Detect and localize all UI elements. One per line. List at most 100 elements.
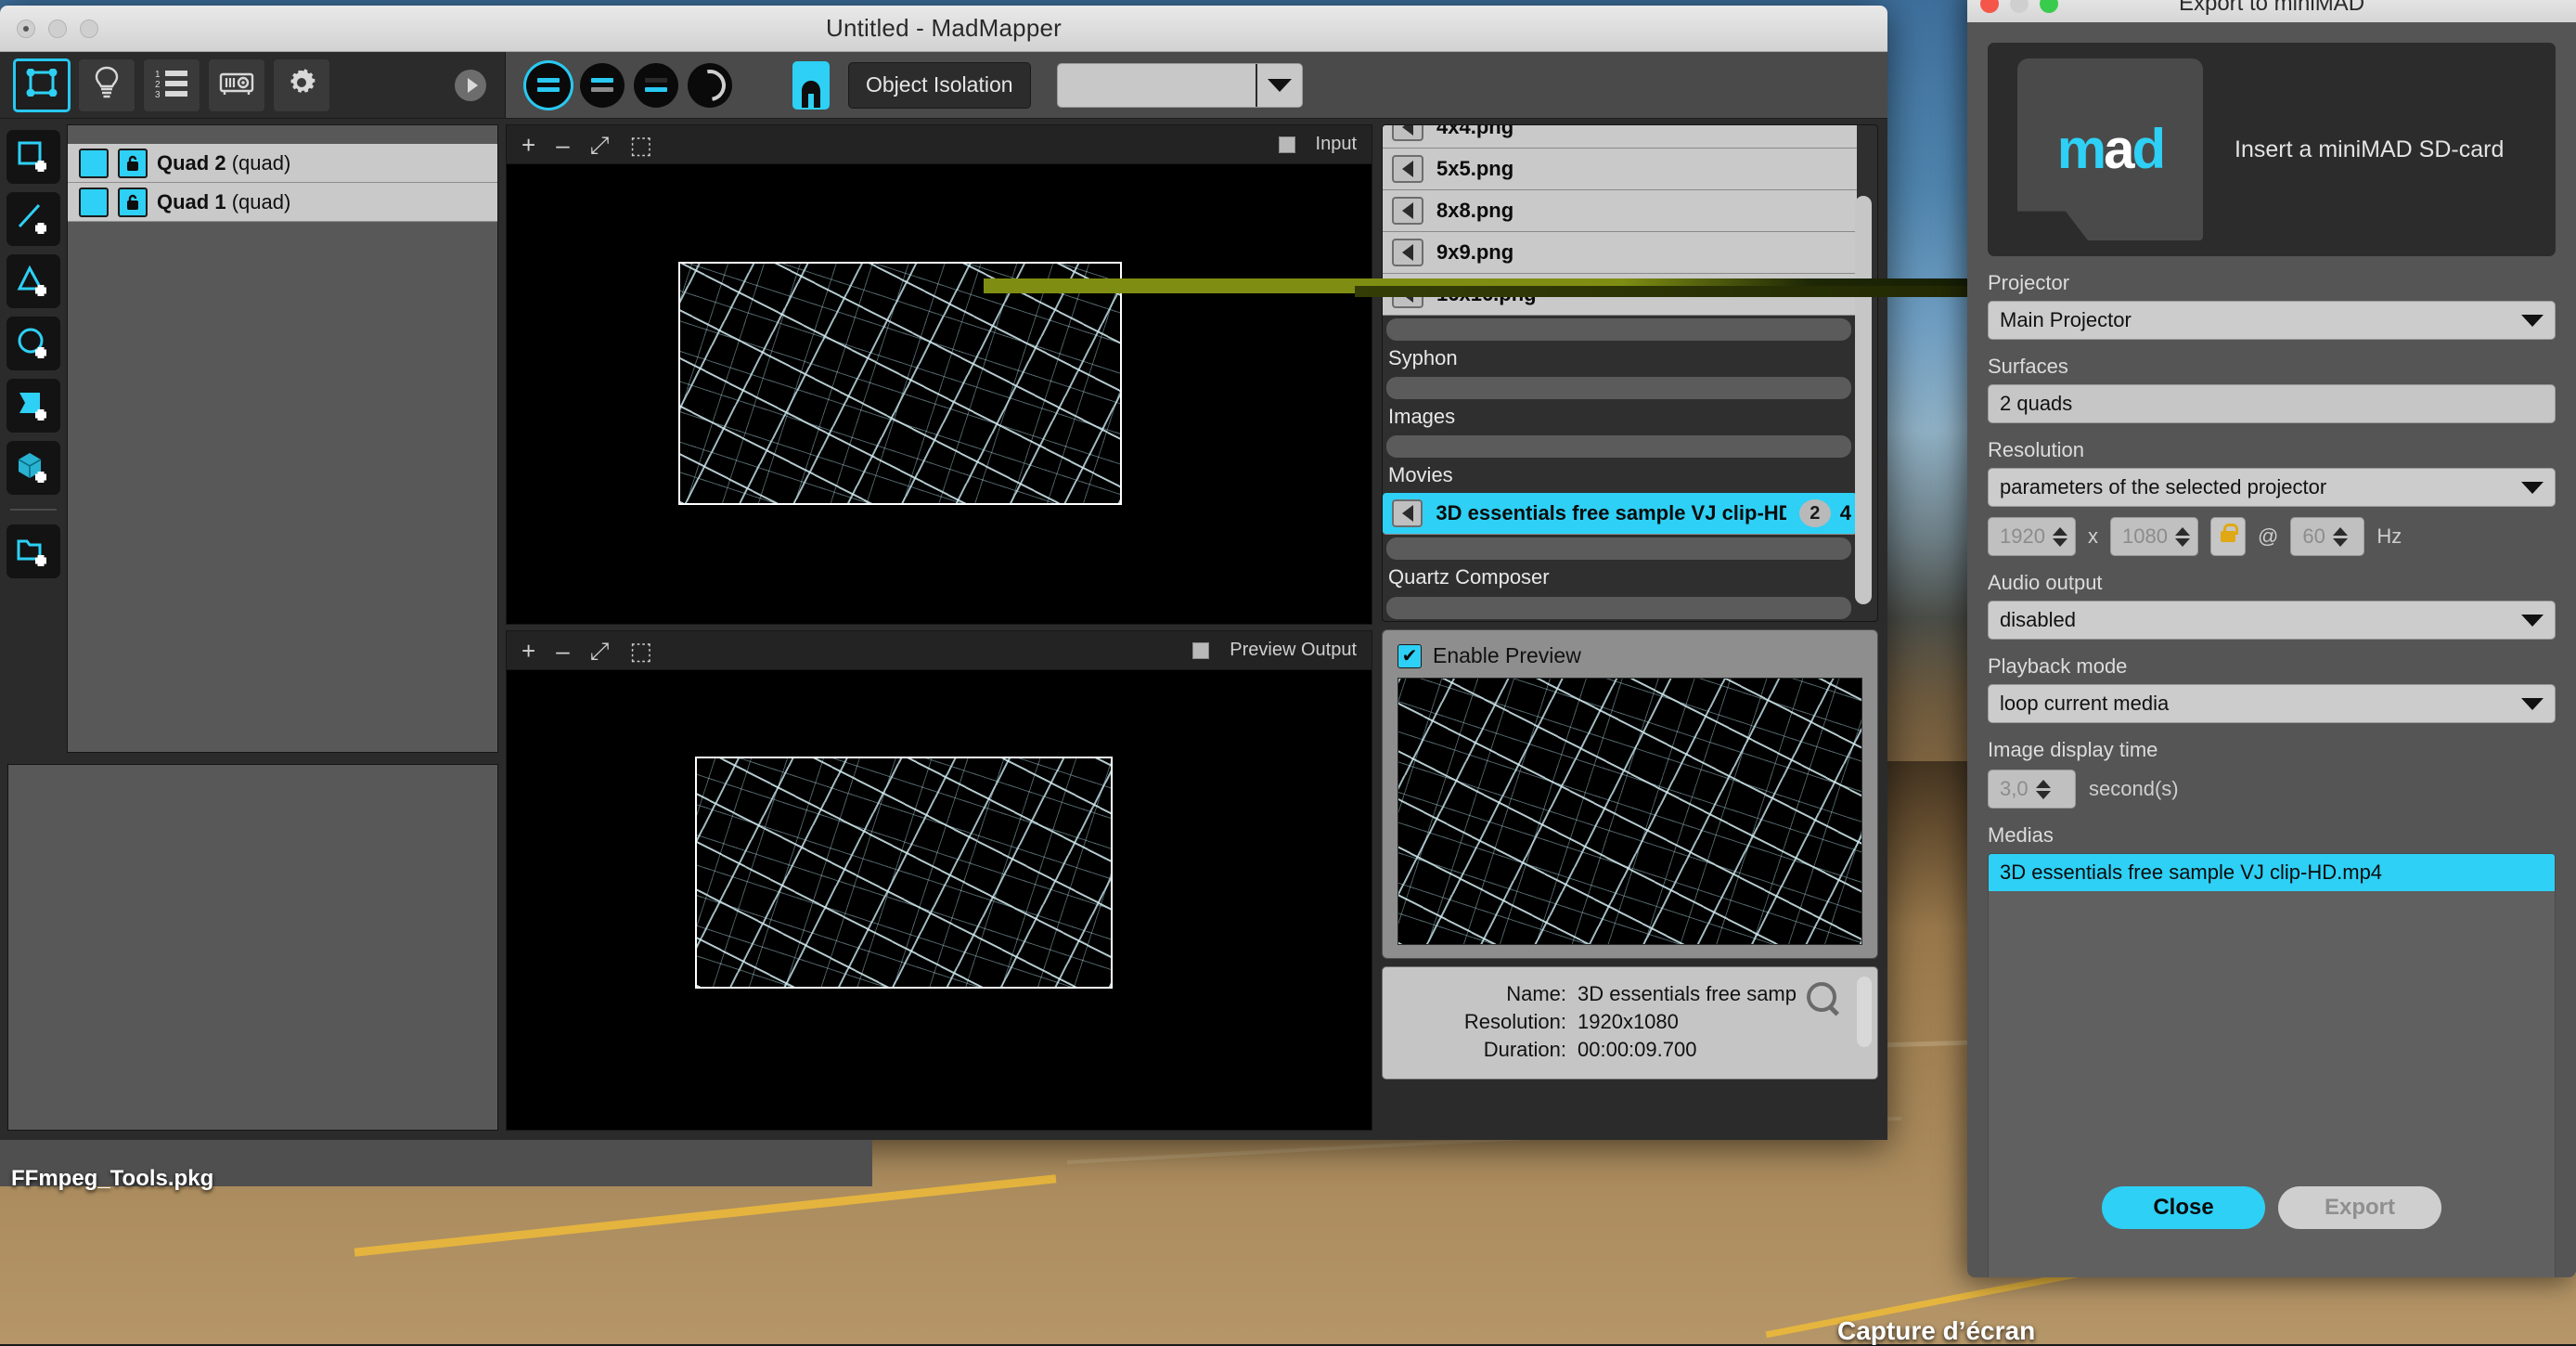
media-list-item[interactable]: 16x16.png xyxy=(1383,274,1857,316)
close-button[interactable]: Close xyxy=(2102,1186,2265,1229)
output-quad-surface[interactable] xyxy=(695,757,1113,989)
media-list-scrollbar[interactable] xyxy=(1855,170,1872,567)
export-maximize-button[interactable] xyxy=(2040,0,2058,13)
blend-mode-both-button[interactable] xyxy=(526,63,571,108)
chevron-down-icon[interactable] xyxy=(2521,615,2544,627)
image-display-time-stepper[interactable]: 3,0 xyxy=(1988,770,2076,809)
media-play-icon[interactable] xyxy=(1392,499,1423,527)
export-button[interactable]: Export xyxy=(2278,1186,2441,1229)
resolution-width-stepper[interactable]: 1920 xyxy=(1988,517,2076,556)
add-quad-button[interactable] xyxy=(6,130,60,184)
preview-output-canvas[interactable] xyxy=(506,669,1372,1131)
window-traffic-lights[interactable] xyxy=(17,19,98,38)
export-dialog-titlebar[interactable]: Export to miniMAD xyxy=(1967,0,2576,22)
media-play-icon[interactable] xyxy=(1392,239,1423,266)
input-view-checkbox[interactable] xyxy=(1279,136,1295,153)
media-list-item[interactable]: 9x9.png xyxy=(1383,232,1857,274)
add-line-button[interactable] xyxy=(6,192,60,246)
chevron-down-icon[interactable] xyxy=(1256,64,1302,107)
export-dialog-buttons: Close Export xyxy=(1967,1186,2576,1229)
media-list[interactable]: 4x4.png 5x5.png 8x8.png 9x9.png xyxy=(1383,125,1877,621)
select-icon[interactable]: ⬚ xyxy=(629,639,652,663)
media-item-label: 4x4.png xyxy=(1436,125,1513,139)
projector-mode-button[interactable] xyxy=(208,58,265,112)
medias-list-item[interactable]: 3D essentials free sample VJ clip-HD.mp4 xyxy=(1989,854,2555,891)
object-isolation-button[interactable]: Object Isolation xyxy=(848,62,1031,109)
media-play-icon[interactable] xyxy=(1392,280,1423,308)
add-triangle-button[interactable] xyxy=(6,254,60,308)
resolution-height-stepper[interactable]: 1080 xyxy=(2110,517,2198,556)
chevron-down-icon[interactable] xyxy=(2521,315,2544,327)
stepper-arrows-icon[interactable] xyxy=(2175,527,2190,547)
madmapper-titlebar[interactable]: Untitled - MadMapper xyxy=(0,6,1887,52)
zoom-in-icon[interactable]: + xyxy=(522,639,535,663)
lock-icon[interactable] xyxy=(118,149,148,178)
maximize-window-button[interactable] xyxy=(80,19,98,38)
chevron-down-icon[interactable] xyxy=(2521,698,2544,710)
media-list-item[interactable]: 4x4.png xyxy=(1383,125,1857,149)
surfaces-list-empty-area[interactable] xyxy=(68,222,497,752)
media-info-scrollbar[interactable] xyxy=(1857,977,1872,1047)
add-mask-button[interactable] xyxy=(6,379,60,433)
object-isolation-combo[interactable] xyxy=(1057,63,1303,108)
media-list-item[interactable]: 5x5.png xyxy=(1383,149,1857,190)
blend-mode-top-button[interactable] xyxy=(580,63,625,108)
input-quad-surface[interactable] xyxy=(678,262,1122,505)
enable-preview-label: Enable Preview xyxy=(1433,643,1581,668)
projector-select-value: Main Projector xyxy=(2000,308,2521,332)
export-minimize-button[interactable] xyxy=(2010,0,2029,13)
svg-text:2: 2 xyxy=(155,80,161,90)
playback-mode-select[interactable]: loop current media xyxy=(1988,684,2556,723)
fit-icon[interactable]: ⤢ xyxy=(590,133,610,157)
media-item-label: 5x5.png xyxy=(1436,157,1513,181)
media-list-item-selected[interactable]: 3D essentials free sample VJ clip-HD 2 4 xyxy=(1383,493,1857,535)
media-list-item[interactable]: 8x8.png xyxy=(1383,190,1857,232)
visibility-toggle[interactable] xyxy=(79,149,109,178)
blend-mode-bottom-button[interactable] xyxy=(634,63,678,108)
cue-list-mode-button[interactable]: 1 2 3 xyxy=(143,58,200,112)
export-close-button[interactable] xyxy=(1980,0,1999,13)
lock-icon[interactable] xyxy=(118,188,148,217)
surface-row-quad-1[interactable]: Quad 1 (quad) xyxy=(68,183,497,222)
media-play-icon[interactable] xyxy=(1392,125,1423,141)
preview-output-checkbox[interactable] xyxy=(1192,642,1209,659)
add-group-button[interactable] xyxy=(6,524,60,578)
projector-select[interactable]: Main Projector xyxy=(1988,301,2556,340)
stepper-arrows-icon[interactable] xyxy=(2036,780,2051,799)
surface-row-quad-2[interactable]: Quad 2 (quad) xyxy=(68,144,497,183)
object-isolation-icon[interactable] xyxy=(792,61,830,110)
media-play-icon[interactable] xyxy=(1392,155,1423,183)
select-icon[interactable]: ⬚ xyxy=(629,133,652,157)
zoom-out-icon[interactable]: – xyxy=(556,639,569,663)
resolution-select[interactable]: parameters of the selected projector xyxy=(1988,468,2556,507)
surfaces-mode-button[interactable] xyxy=(13,58,71,112)
input-canvas[interactable] xyxy=(506,163,1372,625)
zoom-in-icon[interactable]: + xyxy=(522,133,535,157)
export-traffic-lights[interactable] xyxy=(1980,0,2058,13)
preferences-mode-button[interactable] xyxy=(273,58,330,112)
resolution-select-value: parameters of the selected projector xyxy=(2000,475,2521,499)
rotate-button[interactable] xyxy=(688,63,732,108)
magnifier-icon[interactable] xyxy=(1807,982,1836,1012)
toolbar-expand-arrow-icon[interactable] xyxy=(455,70,486,101)
stepper-arrows-icon[interactable] xyxy=(2053,527,2067,547)
media-play-icon[interactable] xyxy=(1392,197,1423,225)
stepper-arrows-icon[interactable] xyxy=(2333,527,2348,547)
add-cube-button[interactable] xyxy=(6,441,60,495)
desktop-ffmpeg-file-label[interactable]: FFmpeg_Tools.pkg xyxy=(11,1166,213,1192)
close-window-button[interactable] xyxy=(17,19,35,38)
audio-output-select[interactable]: disabled xyxy=(1988,601,2556,640)
lock-icon[interactable] xyxy=(2210,517,2246,556)
media-list-scrollbar-thumb[interactable] xyxy=(1855,196,1872,604)
refresh-rate-stepper[interactable]: 60 xyxy=(2290,517,2364,556)
enable-preview-checkbox[interactable] xyxy=(1397,644,1422,668)
minimize-window-button[interactable] xyxy=(48,19,67,38)
desktop-capture-label[interactable]: Capture d’écran xyxy=(1837,1316,2035,1346)
fit-icon[interactable]: ⤢ xyxy=(590,639,610,663)
visibility-toggle[interactable] xyxy=(79,188,109,217)
fixtures-mode-button[interactable] xyxy=(78,58,135,112)
add-ellipse-button[interactable] xyxy=(6,317,60,370)
chevron-down-icon[interactable] xyxy=(2521,482,2544,494)
properties-panel[interactable] xyxy=(7,764,498,1131)
zoom-out-icon[interactable]: – xyxy=(556,133,569,157)
